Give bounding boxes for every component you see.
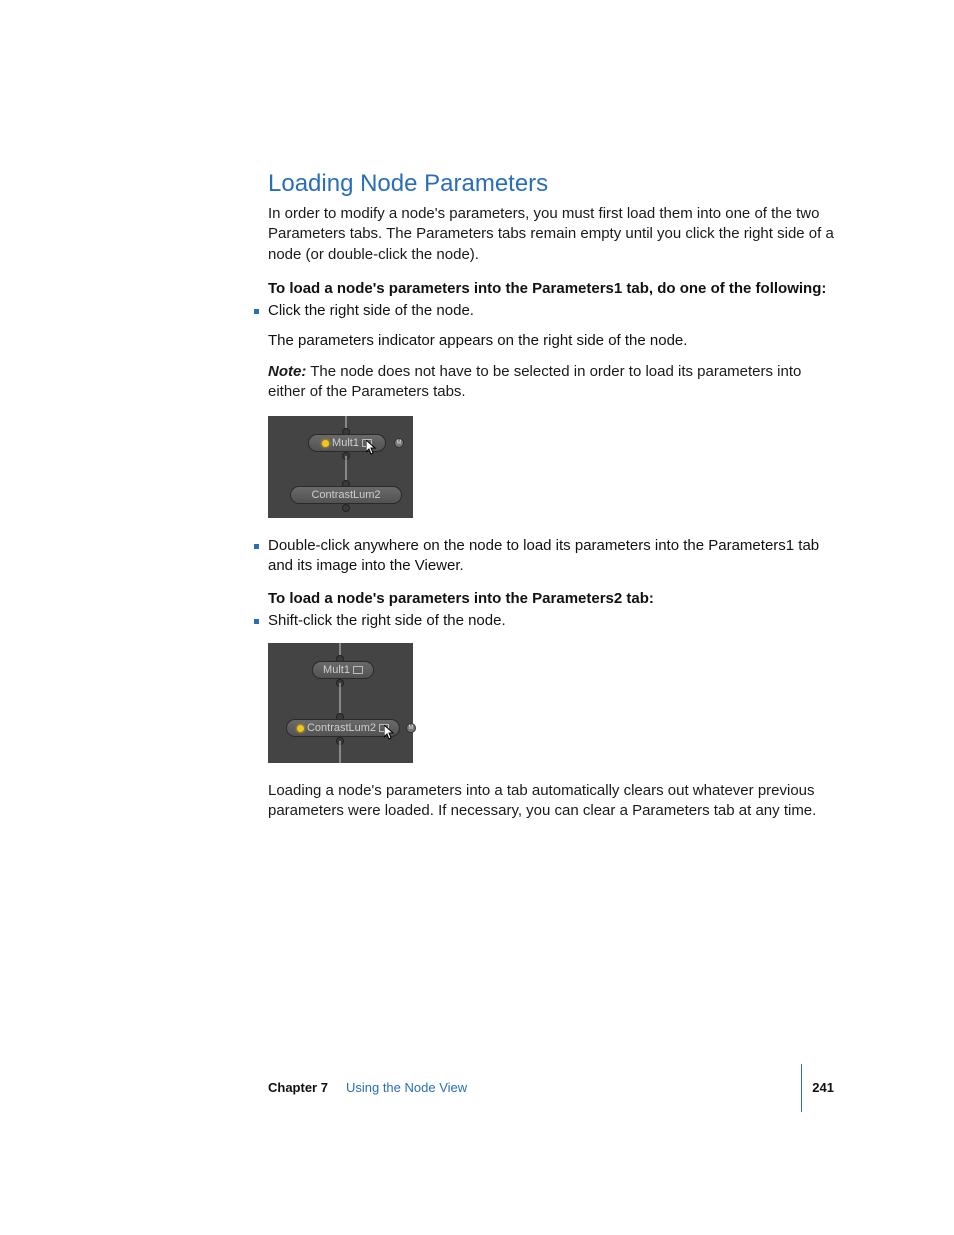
node-label: ContrastLum2 xyxy=(307,721,376,736)
params-indicator-icon xyxy=(379,724,389,732)
highlight-dot-icon xyxy=(322,440,329,447)
bullet-shift-click: Shift-click the right side of the node. … xyxy=(268,611,834,763)
intro-paragraph: In order to modify a node's parameters, … xyxy=(268,204,834,265)
figure-node-view-1: Mult1 M ContrastLum2 xyxy=(268,416,413,518)
bullet-text: Click the right side of the node. xyxy=(268,302,474,319)
node-label: ContrastLum2 xyxy=(311,488,380,503)
highlight-dot-icon xyxy=(297,725,304,732)
footer-page-number: 241 xyxy=(812,1080,834,1095)
node-mult1: Mult1 xyxy=(312,661,374,679)
bullet-click-right-side: Click the right side of the node. The pa… xyxy=(268,301,834,518)
closing-paragraph: Loading a node's parameters into a tab a… xyxy=(268,781,834,822)
figure-node-view-2: Mult1 ContrastLum2 M xyxy=(268,643,413,763)
footer-divider xyxy=(801,1064,802,1112)
params-indicator-icon xyxy=(362,439,372,447)
subheading-params1: To load a node's parameters into the Par… xyxy=(268,279,834,299)
bullet-followup: The parameters indicator appears on the … xyxy=(268,331,834,351)
bullet-double-click: Double-click anywhere on the node to loa… xyxy=(268,536,834,577)
bullet-text: Double-click anywhere on the node to loa… xyxy=(268,537,819,574)
bullet-text: Shift-click the right side of the node. xyxy=(268,612,506,629)
note-paragraph: Note: The node does not have to be selec… xyxy=(268,362,834,403)
node-mult1: Mult1 xyxy=(308,434,386,452)
m-badge: M xyxy=(406,723,416,733)
node-contrastlum2: ContrastLum2 xyxy=(290,486,402,504)
page-footer: Chapter 7 Using the Node View 241 xyxy=(268,1080,834,1095)
subheading-params2: To load a node's parameters into the Par… xyxy=(268,589,834,609)
section-heading: Loading Node Parameters xyxy=(268,170,834,198)
footer-chapter-title: Using the Node View xyxy=(346,1080,467,1095)
note-text: The node does not have to be selected in… xyxy=(268,363,801,400)
m-badge: M xyxy=(394,438,404,448)
node-label: Mult1 xyxy=(323,663,350,678)
params-indicator-icon xyxy=(353,666,363,674)
node-label: Mult1 xyxy=(332,436,359,451)
note-label: Note: xyxy=(268,363,306,380)
node-contrastlum2: ContrastLum2 xyxy=(286,719,400,737)
footer-chapter-number: Chapter 7 xyxy=(268,1080,328,1095)
